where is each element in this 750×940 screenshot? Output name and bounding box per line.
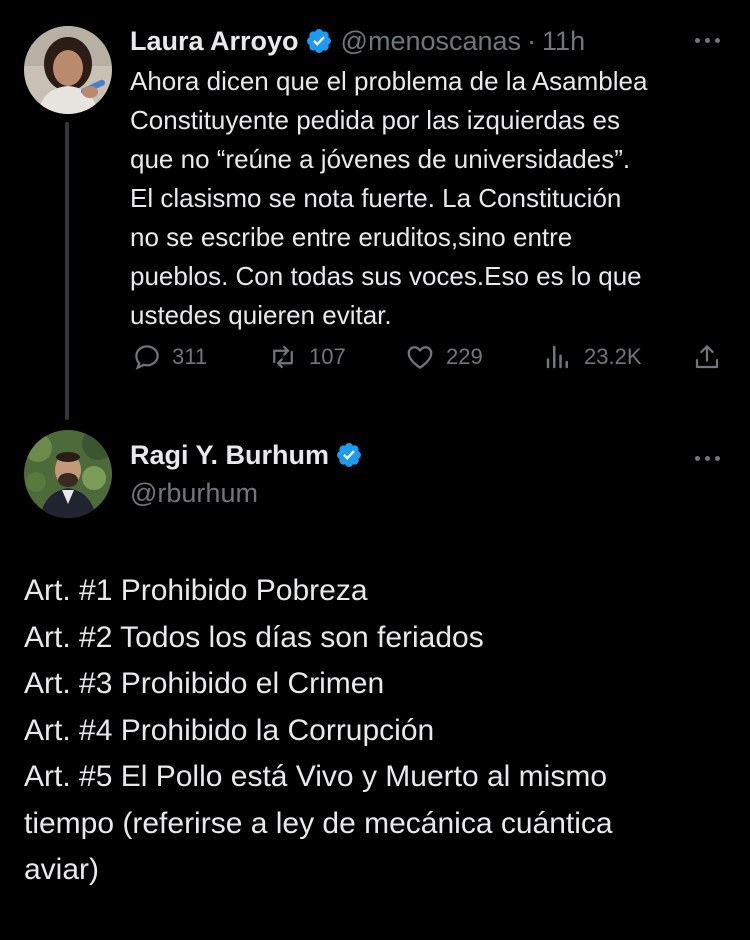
tweet-text-line: Art. #5 El Pollo está Vivo y Muerto al m… [24,760,608,793]
reply-icon [135,345,159,370]
repost-icon [273,345,293,369]
more-options-icon[interactable] [695,456,720,461]
tweet-text-line: Art. #3 Prohibido el Crimen [24,667,385,700]
tweet-text-line: tiempo (referirse a ley de mecánica cuán… [24,806,613,840]
tweet-text-line: Constituyente pedida por las izquierdas … [130,105,620,135]
avatar[interactable] [24,430,112,518]
avatar[interactable] [24,26,112,114]
tweet-text-line: aviar) [24,853,100,886]
repost-count: 107 [309,344,346,369]
tweet-header: Laura Arroyo @menoscanas · 11h [130,24,585,58]
verified-badge-icon [337,443,362,467]
like-icon [407,346,433,369]
tweet-text-line: ustedes quieren evitar. [130,300,392,330]
share-icon [695,345,719,369]
views-button[interactable]: 23.2K [542,342,642,372]
avatar-photo [24,430,112,518]
tweet-text-line: Ahora dicen que el problema de la Asambl… [130,66,648,96]
tweet-header: Ragi Y. Burhum [130,438,371,472]
author-handle[interactable]: @menoscanas [341,24,522,58]
verified-badge-icon [306,29,331,53]
tweet-text-line: pueblos. Con todas sus voces.Eso es lo q… [130,261,642,291]
like-count: 229 [446,344,483,369]
tweet-text-line: Art. #4 Prohibido la Corrupción [24,713,435,747]
tweet-laura-arroyo[interactable]: Laura Arroyo @menoscanas · 11h Ahora dic… [0,0,750,420]
more-options-icon[interactable] [695,38,720,43]
tweet-text: Art. #1 Prohibido Pobreza Art. #2 Todos … [24,568,724,894]
thread-line [65,122,69,420]
repost-button[interactable]: 107 [267,342,346,372]
author-handle[interactable]: @rburhum [130,476,258,510]
like-button[interactable]: 229 [404,342,483,372]
tweet-text-line: no se escribe entre eruditos,sino entre [130,222,573,252]
views-icon [546,345,568,369]
separator-dot: · [527,26,537,56]
reply-button[interactable]: 311 [132,342,207,372]
tweet-text-line: Art. #2 Todos los días son feriados [24,620,484,654]
avatar-photo [24,26,112,114]
handle-row: @rburhum [130,476,258,510]
share-button[interactable] [692,342,722,372]
tweet-text-line: El clasismo se nota fuerte. La Constituc… [130,183,622,213]
author-name[interactable]: Laura Arroyo [130,24,299,58]
author-name[interactable]: Ragi Y. Burhum [130,438,329,472]
views-count: 23.2K [584,344,642,369]
tweet-text: Ahora dicen que el problema de la Asambl… [130,62,647,335]
action-bar: 311 107 229 23.2K [130,340,730,380]
tweet-text-line: Art. #1 Prohibido Pobreza [24,574,368,607]
tweet-text-line: que no “reúne a jóvenes de universidades… [130,144,631,174]
timestamp[interactable]: 11h [542,24,585,58]
reply-count: 311 [172,344,208,369]
